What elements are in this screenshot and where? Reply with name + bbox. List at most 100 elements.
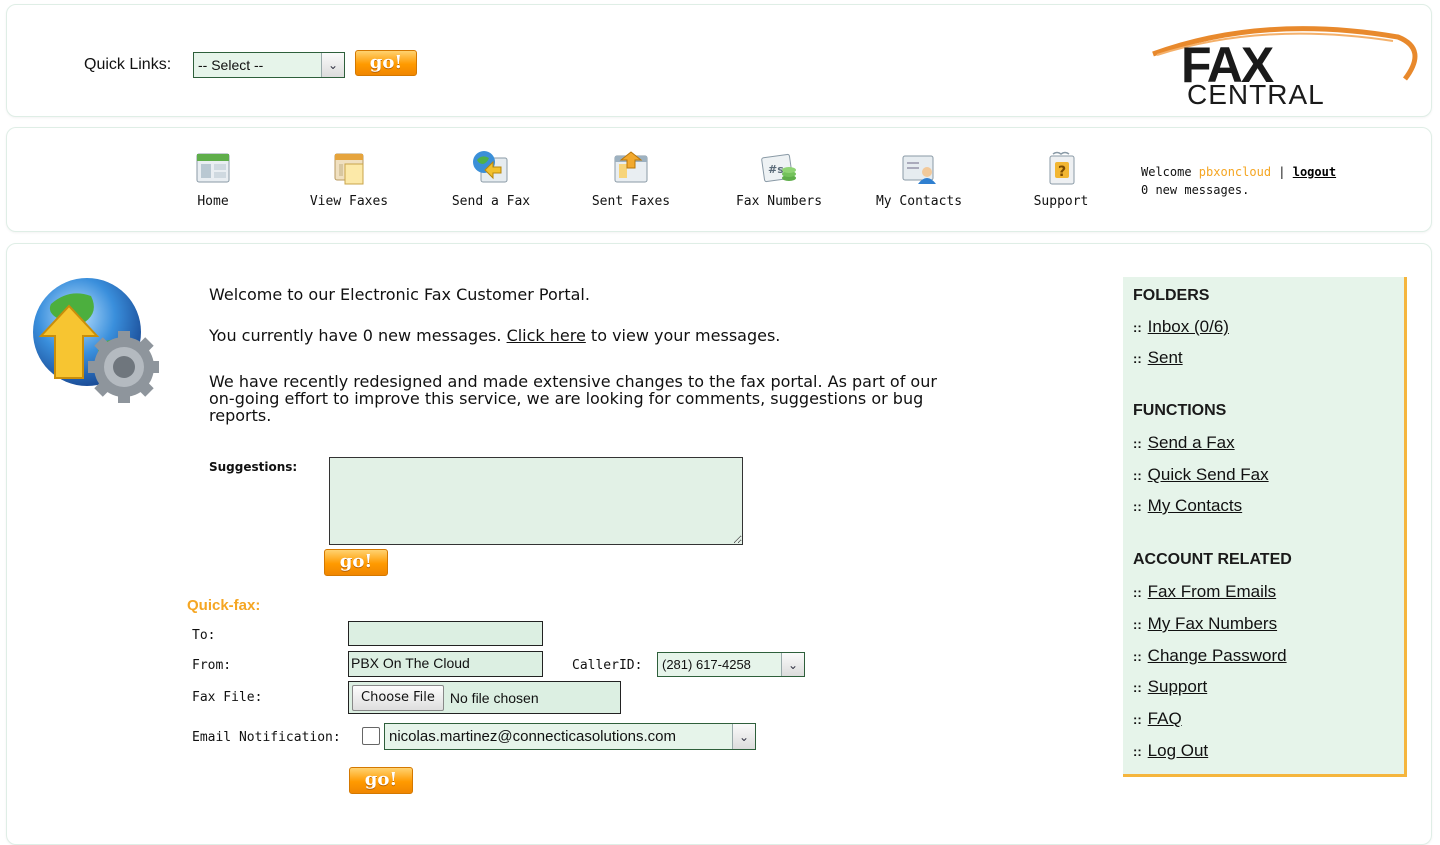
- sidebar-item-label: My Contacts: [1147, 496, 1243, 515]
- sidebar-item-label: Sent: [1147, 348, 1183, 367]
- sidebar-item-support[interactable]: :: Support: [1133, 677, 1207, 697]
- sidebar: FOLDERS :: Inbox (0/6) :: Sent FUNCTIONS :…: [1123, 277, 1407, 777]
- quick-links-value: -- Select --: [198, 57, 264, 73]
- sidebar-item-label: My Fax Numbers: [1147, 614, 1278, 633]
- support-icon: ?: [1049, 151, 1075, 185]
- bullet-icon: ::: [1133, 585, 1142, 600]
- nav-fax-numbers[interactable]: #s Fax Numbers: [719, 148, 839, 209]
- sidebar-item-change-password[interactable]: :: Change Password: [1133, 646, 1287, 666]
- nav-label: View Faxes: [309, 194, 389, 209]
- nav-home[interactable]: Home: [153, 148, 273, 209]
- welcome-prefix: Welcome: [1141, 165, 1199, 179]
- nav-send-fax[interactable]: Send a Fax: [431, 148, 551, 209]
- nav-label: Support: [1033, 194, 1089, 209]
- nav-panel: Home View Faxes Send a Fax Sent Faxes #s…: [6, 127, 1432, 232]
- new-messages-count: 0 new messages.: [1141, 183, 1250, 197]
- header-panel: Quick Links: -- Select -- ⌄ go! FAX CENT…: [6, 4, 1432, 117]
- sidebar-item-label: Change Password: [1147, 646, 1287, 665]
- nav-view-faxes[interactable]: View Faxes: [289, 148, 409, 209]
- svg-text:#s: #s: [768, 163, 784, 176]
- sidebar-item-label: FAQ: [1147, 709, 1182, 728]
- quick-fax-go-button[interactable]: go!: [349, 767, 413, 794]
- nav-label: Sent Faxes: [591, 194, 671, 209]
- sidebar-item-log-out[interactable]: :: Log Out: [1133, 741, 1208, 761]
- main-panel: Welcome to our Electronic Fax Customer P…: [6, 243, 1432, 845]
- sidebar-item-quick-send-fax[interactable]: :: Quick Send Fax: [1133, 465, 1269, 485]
- sidebar-item-sent[interactable]: :: Sent: [1133, 348, 1183, 368]
- nav-label: My Contacts: [875, 194, 963, 209]
- redesign-line: on-going effort to improve this service,…: [209, 389, 924, 408]
- nav-support[interactable]: ? Support: [1001, 148, 1121, 209]
- send-fax-icon: [473, 151, 508, 183]
- logo-text-central: CENTRAL: [1187, 79, 1325, 109]
- bullet-icon: ::: [1133, 617, 1142, 632]
- email-select[interactable]: nicolas.martinez@connecticasolutions.com…: [384, 723, 756, 750]
- messages-suffix: to view your messages.: [585, 326, 781, 345]
- svg-text:?: ?: [1058, 164, 1066, 180]
- view-faxes-icon: [334, 153, 364, 185]
- chevron-down-icon: ⌄: [781, 653, 804, 676]
- fax-numbers-icon: #s: [761, 153, 796, 183]
- sidebar-item-label: Send a Fax: [1147, 433, 1235, 452]
- callerid-label: CallerID:: [572, 658, 643, 673]
- messages-text: You currently have 0 new messages. Click…: [209, 326, 780, 345]
- suggestions-textarea[interactable]: [329, 457, 743, 545]
- email-notification-checkbox[interactable]: [362, 727, 380, 745]
- sidebar-item-send-fax[interactable]: :: Send a Fax: [1133, 433, 1235, 453]
- nav-label: Home: [197, 194, 229, 209]
- from-label: From:: [192, 658, 232, 673]
- bullet-icon: ::: [1133, 351, 1142, 366]
- quick-fax-title: Quick-fax:: [187, 597, 261, 614]
- sidebar-item-fax-from-emails[interactable]: :: Fax From Emails: [1133, 582, 1276, 602]
- suggestions-go-button[interactable]: go!: [324, 549, 388, 576]
- bullet-icon: ::: [1133, 436, 1142, 451]
- nav-my-contacts[interactable]: My Contacts: [859, 148, 979, 209]
- home-icon: [196, 153, 230, 183]
- welcome-separator: |: [1271, 165, 1293, 179]
- from-input[interactable]: PBX On The Cloud: [348, 651, 543, 677]
- bullet-icon: ::: [1133, 680, 1142, 695]
- welcome-box: Welcome pbxoncloud | logout 0 new messag…: [1141, 163, 1336, 199]
- fax-file-input[interactable]: Choose File No file chosen: [348, 681, 621, 714]
- bullet-icon: ::: [1133, 744, 1142, 759]
- quick-links-go-button[interactable]: go!: [355, 50, 417, 76]
- click-here-link[interactable]: Click here: [507, 326, 586, 345]
- redesign-text: We have recently redesigned and made ext…: [209, 373, 937, 424]
- sidebar-item-label: Quick Send Fax: [1147, 465, 1269, 484]
- sidebar-item-my-fax-numbers[interactable]: :: My Fax Numbers: [1133, 614, 1277, 634]
- to-input[interactable]: [348, 621, 543, 646]
- chevron-down-icon: ⌄: [732, 724, 755, 749]
- contacts-icon: [902, 155, 936, 184]
- messages-prefix: You currently have 0 new messages.: [209, 326, 507, 345]
- callerid-value: (281) 617-4258: [662, 657, 751, 672]
- nav-sent-faxes[interactable]: Sent Faxes: [571, 148, 691, 209]
- logout-link[interactable]: logout: [1293, 165, 1336, 179]
- callerid-select[interactable]: (281) 617-4258 ⌄: [657, 652, 805, 677]
- sidebar-item-inbox[interactable]: :: Inbox (0/6): [1133, 317, 1229, 337]
- sidebar-item-label: Fax From Emails: [1147, 582, 1277, 601]
- fax-central-logo: FAX CENTRAL: [1152, 26, 1418, 109]
- folders-heading: FOLDERS: [1133, 287, 1210, 304]
- bullet-icon: ::: [1133, 649, 1142, 664]
- nav-label: Fax Numbers: [735, 194, 823, 209]
- sent-faxes-icon: [614, 151, 648, 183]
- functions-heading: FUNCTIONS: [1133, 402, 1227, 419]
- sidebar-item-label: Log Out: [1147, 741, 1209, 760]
- chevron-down-icon: ⌄: [321, 53, 344, 77]
- bullet-icon: ::: [1133, 712, 1142, 727]
- sidebar-item-faq[interactable]: :: FAQ: [1133, 709, 1182, 729]
- sidebar-item-my-contacts[interactable]: :: My Contacts: [1133, 496, 1242, 516]
- bullet-icon: ::: [1133, 468, 1142, 483]
- email-value: nicolas.martinez@connecticasolutions.com: [389, 728, 677, 745]
- quick-links-select[interactable]: -- Select -- ⌄: [193, 52, 345, 78]
- redesign-line: reports.: [209, 406, 272, 425]
- email-notification-label: Email Notification:: [192, 730, 341, 745]
- bullet-icon: ::: [1133, 320, 1142, 335]
- to-label: To:: [192, 628, 216, 643]
- choose-file-button[interactable]: Choose File: [352, 684, 444, 711]
- username: pbxoncloud: [1198, 165, 1272, 179]
- redesign-line: We have recently redesigned and made ext…: [209, 372, 937, 391]
- nav-label: Send a Fax: [451, 194, 531, 209]
- fax-file-label: Fax File:: [192, 690, 263, 705]
- file-status: No file chosen: [449, 689, 539, 706]
